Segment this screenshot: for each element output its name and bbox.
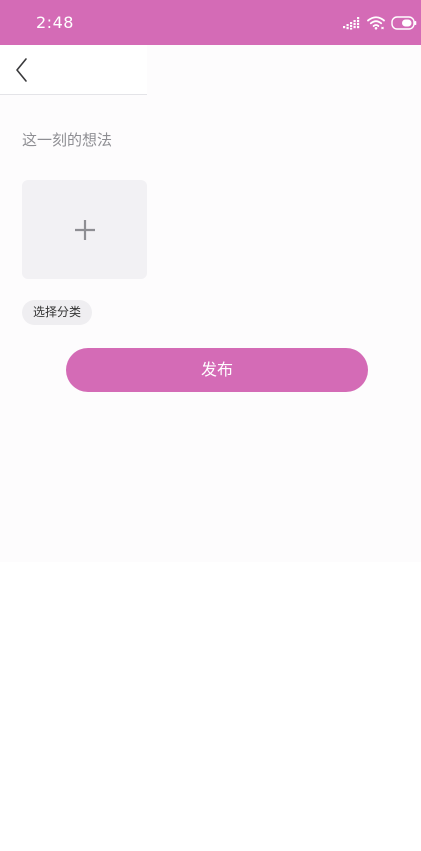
- select-category-button[interactable]: 选择分类: [22, 300, 93, 325]
- battery-icon: [391, 16, 417, 30]
- nav-bar: [0, 45, 147, 95]
- status-icons: [343, 14, 417, 32]
- signal-icon: [343, 16, 361, 30]
- status-bar: 2:48: [0, 0, 421, 45]
- status-time: 2:48: [36, 13, 74, 32]
- chevron-left-icon: [8, 58, 36, 89]
- wifi-icon: [367, 16, 385, 30]
- publish-button[interactable]: 发布: [66, 348, 368, 392]
- compose-page: 这一刻的想法 选择分类 发布: [0, 45, 421, 562]
- add-photo-button[interactable]: [22, 180, 147, 279]
- back-button[interactable]: [8, 55, 36, 85]
- thought-input[interactable]: 这一刻的想法: [22, 129, 112, 150]
